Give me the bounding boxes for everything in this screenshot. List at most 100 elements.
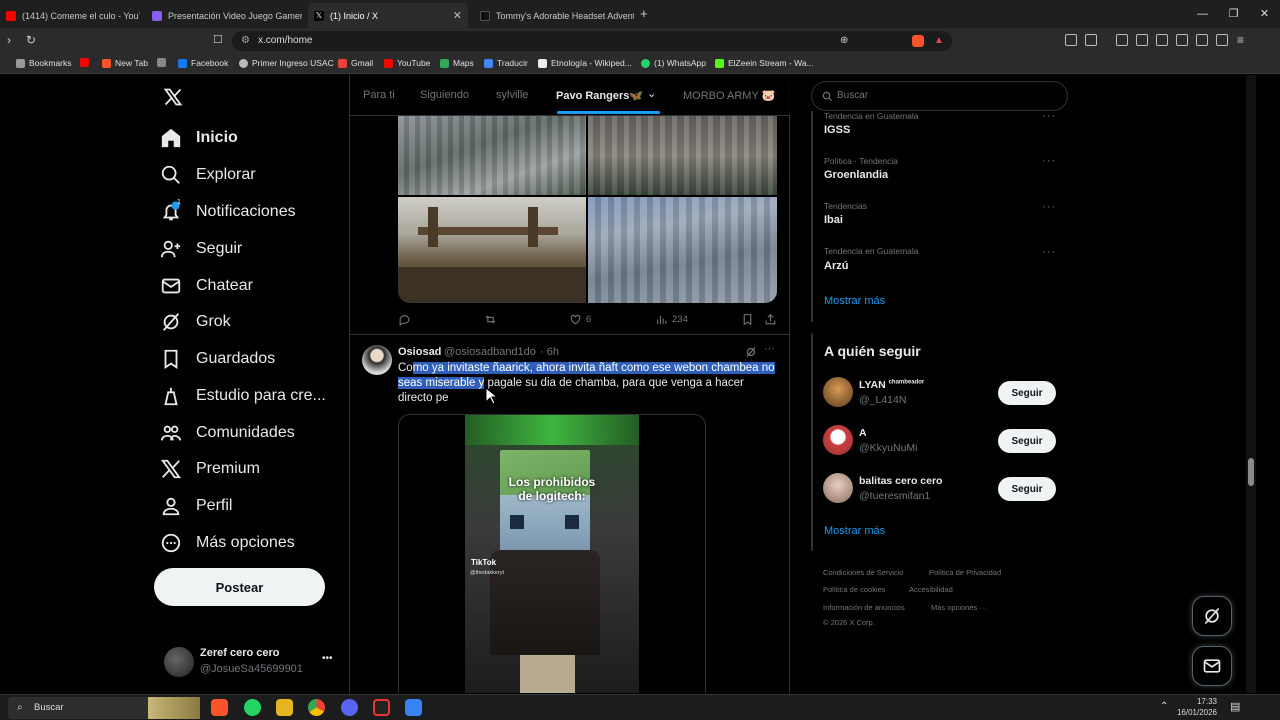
- brave-taskbar-icon[interactable]: [211, 699, 228, 716]
- footer-link[interactable]: Política de Privacidad: [929, 568, 1001, 577]
- footer-link[interactable]: Accesibilidad: [909, 585, 953, 594]
- browser-tab[interactable]: (1414) Comeme el culo - YouTube: [0, 3, 140, 28]
- clock-time[interactable]: 17:33: [1179, 697, 1217, 706]
- bookmark-item[interactable]: ElZeein Stream - Wa...: [715, 58, 814, 68]
- follow-suggestion-name[interactable]: A: [859, 427, 867, 439]
- follow-suggestion-name[interactable]: LYAN chambeador: [859, 379, 924, 391]
- close-window-icon[interactable]: ✕: [1249, 0, 1280, 28]
- avatar[interactable]: [823, 425, 853, 455]
- sidebar-item-inicio[interactable]: Inicio: [160, 123, 238, 153]
- post-image[interactable]: [398, 197, 586, 303]
- bookmark-item[interactable]: YouTube: [384, 58, 430, 68]
- bookmark-item[interactable]: Gmail: [338, 58, 373, 68]
- messages-float-button[interactable]: [1192, 646, 1232, 686]
- show-more-follow-link[interactable]: Mostrar más: [824, 525, 885, 537]
- avatar[interactable]: [823, 377, 853, 407]
- trend-item[interactable]: Arzú: [824, 260, 848, 272]
- share-button[interactable]: [764, 313, 781, 326]
- sidebar-item-grok[interactable]: Grok: [160, 307, 231, 337]
- leo-icon[interactable]: [1196, 34, 1208, 46]
- grok-icon[interactable]: [745, 346, 757, 358]
- post-video[interactable]: Los prohibidos de logitech: TikTok @thed…: [398, 414, 706, 693]
- tab-sylville[interactable]: sylville: [496, 89, 528, 101]
- trend-item[interactable]: IGSS: [824, 124, 850, 136]
- clock-date[interactable]: 16/01/2026: [1171, 708, 1217, 717]
- more-options-icon[interactable]: ···: [764, 343, 775, 355]
- more-icon[interactable]: ···: [1042, 155, 1056, 167]
- minimize-icon[interactable]: —: [1187, 0, 1218, 28]
- tab-morbo-army[interactable]: MORBO ARMY 🐷: [683, 89, 775, 102]
- brave-rewards-icon[interactable]: ▲: [934, 31, 944, 51]
- sidebar-item-comunidades[interactable]: Comunidades: [160, 418, 295, 448]
- notifications-icon[interactable]: ▤: [1230, 700, 1240, 713]
- grok-float-button[interactable]: [1192, 596, 1232, 636]
- bookmark-item[interactable]: New Tab: [102, 58, 148, 68]
- maximize-icon[interactable]: ❐: [1218, 0, 1249, 28]
- sidebar-item-estudio[interactable]: Estudio para cre...: [160, 381, 326, 411]
- reload-icon[interactable]: ↻: [26, 33, 36, 47]
- sidebar-item-premium[interactable]: Premium: [160, 454, 260, 484]
- zoom-icon[interactable]: ⊕: [840, 31, 848, 51]
- follow-button[interactable]: Seguir: [998, 477, 1056, 501]
- sidebar-item-chatear[interactable]: Chatear: [160, 271, 253, 301]
- post-image[interactable]: [588, 116, 777, 195]
- follow-button[interactable]: Seguir: [998, 381, 1056, 405]
- wallet-icon[interactable]: [1176, 34, 1188, 46]
- sidebar-item-perfil[interactable]: Perfil: [160, 491, 232, 521]
- show-more-trends-link[interactable]: Mostrar más: [824, 295, 885, 307]
- follow-button[interactable]: Seguir: [998, 429, 1056, 453]
- more-icon[interactable]: ···: [1042, 246, 1056, 258]
- bookmark-item[interactable]: [157, 58, 170, 67]
- bookmark-item[interactable]: Maps: [440, 58, 474, 68]
- sidebar-item-seguir[interactable]: Seguir: [160, 234, 242, 264]
- repost-button[interactable]: [484, 313, 501, 326]
- download-icon[interactable]: [1116, 34, 1128, 46]
- scrollbar-thumb[interactable]: [1248, 458, 1254, 486]
- chevron-down-icon[interactable]: ⌄: [647, 87, 656, 100]
- bookmark-item[interactable]: [80, 58, 93, 67]
- post-button[interactable]: Postear: [154, 568, 325, 606]
- search-input[interactable]: Buscar: [811, 81, 1068, 111]
- footer-link[interactable]: Política de cookies: [823, 585, 886, 594]
- browser-tab[interactable]: Tommy's Adorable Headset Adventu...: [474, 3, 634, 28]
- new-tab-button[interactable]: +: [640, 6, 648, 21]
- bookmark-item[interactable]: Bookmarks: [16, 58, 72, 68]
- footer-link[interactable]: Información de anuncios: [823, 603, 905, 612]
- more-icon[interactable]: ···: [1042, 110, 1056, 122]
- avatar[interactable]: [362, 345, 392, 375]
- bookmark-item[interactable]: Primer Ingreso USAC: [239, 58, 334, 68]
- bookmark-item[interactable]: (1) WhatsApp: [641, 58, 706, 68]
- post-author-handle[interactable]: @osiosadband1do: [444, 346, 536, 358]
- more-icon[interactable]: •••: [322, 653, 333, 664]
- trend-item[interactable]: Groenlandia: [824, 169, 888, 181]
- tab-siguiendo[interactable]: Siguiendo: [420, 89, 469, 101]
- sidebar-item-mas-opciones[interactable]: Más opciones: [160, 528, 295, 558]
- trend-item[interactable]: Ibai: [824, 214, 843, 226]
- x-logo-icon[interactable]: [163, 87, 183, 107]
- post-time[interactable]: · 6h: [540, 346, 559, 358]
- chrome-taskbar-icon[interactable]: [308, 699, 325, 716]
- url-field[interactable]: ⚙ x.com/home ⊕ ▲: [232, 31, 952, 51]
- site-info-icon[interactable]: ⚙: [241, 31, 250, 51]
- avatar[interactable]: [823, 473, 853, 503]
- explorer-taskbar-icon[interactable]: [276, 699, 293, 716]
- chevron-up-icon[interactable]: ⌃: [1160, 701, 1168, 712]
- reply-button[interactable]: [398, 313, 415, 326]
- bookmark-item[interactable]: Facebook: [178, 58, 228, 68]
- bookmark-page-icon[interactable]: ☐: [213, 33, 223, 46]
- extension-icon[interactable]: [1065, 34, 1077, 46]
- music-icon[interactable]: [1136, 34, 1148, 46]
- app-taskbar-icon[interactable]: [405, 699, 422, 716]
- whatsapp-taskbar-icon[interactable]: [244, 699, 261, 716]
- sidebar-item-explorar[interactable]: Explorar: [160, 160, 256, 190]
- menu-icon[interactable]: ≡: [1237, 33, 1244, 47]
- browser-tab[interactable]: Presentación Video Juego Gamer Vi...: [146, 3, 302, 28]
- footer-link[interactable]: Condiciones de Servicio: [823, 568, 903, 577]
- footer-link[interactable]: Más opciones ···: [931, 603, 987, 612]
- close-tab-icon[interactable]: ✕: [453, 9, 462, 22]
- taskbar-search[interactable]: ⌕ Buscar: [8, 697, 200, 719]
- account-switcher[interactable]: Zeref cero cero @JosueSa45699901 •••: [164, 643, 344, 683]
- post-author-name[interactable]: Osiosad: [398, 346, 441, 358]
- more-icon[interactable]: ···: [1042, 201, 1056, 213]
- views-button[interactable]: 234: [655, 313, 688, 326]
